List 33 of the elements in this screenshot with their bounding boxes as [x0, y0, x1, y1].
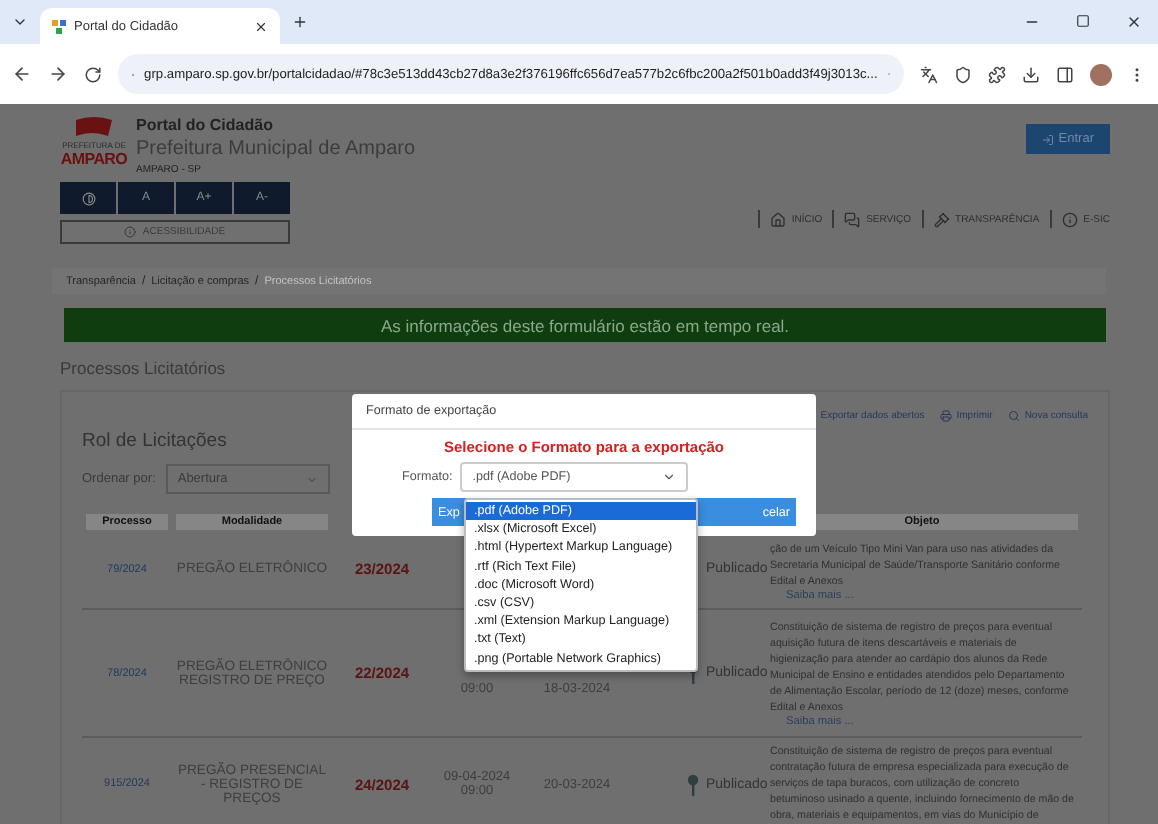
caret-icon: [305, 473, 318, 485]
translate-icon[interactable]: [920, 65, 938, 83]
info-banner: As informações deste formulário estão em tempo real.: [64, 308, 1106, 342]
pin-icon: [686, 773, 700, 795]
tab-list-icon[interactable]: [12, 14, 28, 30]
back-icon[interactable]: [12, 64, 32, 84]
new-tab-icon[interactable]: [292, 14, 308, 30]
site-favicon-icon: [52, 19, 66, 33]
close-icon[interactable]: [1126, 14, 1142, 30]
printer-icon: [940, 410, 953, 422]
info-icon: [124, 226, 137, 238]
download-icon[interactable]: [1022, 65, 1040, 83]
login-icon: [1042, 133, 1055, 145]
home-icon: [769, 211, 786, 227]
info-icon: [1061, 211, 1078, 227]
side-panel-icon[interactable]: [1056, 65, 1074, 83]
gavel-icon: [933, 211, 950, 227]
chat-icon: [844, 211, 861, 227]
reload-icon[interactable]: [84, 65, 102, 83]
logo-text: AMPARO: [60, 150, 128, 168]
maximize-icon[interactable]: [1076, 14, 1090, 28]
search-icon: [1008, 410, 1021, 422]
close-icon[interactable]: [254, 19, 268, 33]
shield-icon[interactable]: [954, 65, 972, 83]
caret-icon: [662, 470, 677, 484]
forward-icon[interactable]: [48, 64, 68, 84]
portal-title: Portal do Cidadão: [136, 116, 275, 134]
contrast-button[interactable]: [60, 182, 116, 214]
flag-icon: [72, 116, 116, 140]
card-title: Rol de Licitações: [82, 430, 227, 452]
contrast-icon: [81, 191, 95, 205]
profile-avatar[interactable]: [1090, 63, 1112, 85]
extensions-icon[interactable]: [988, 65, 1006, 83]
